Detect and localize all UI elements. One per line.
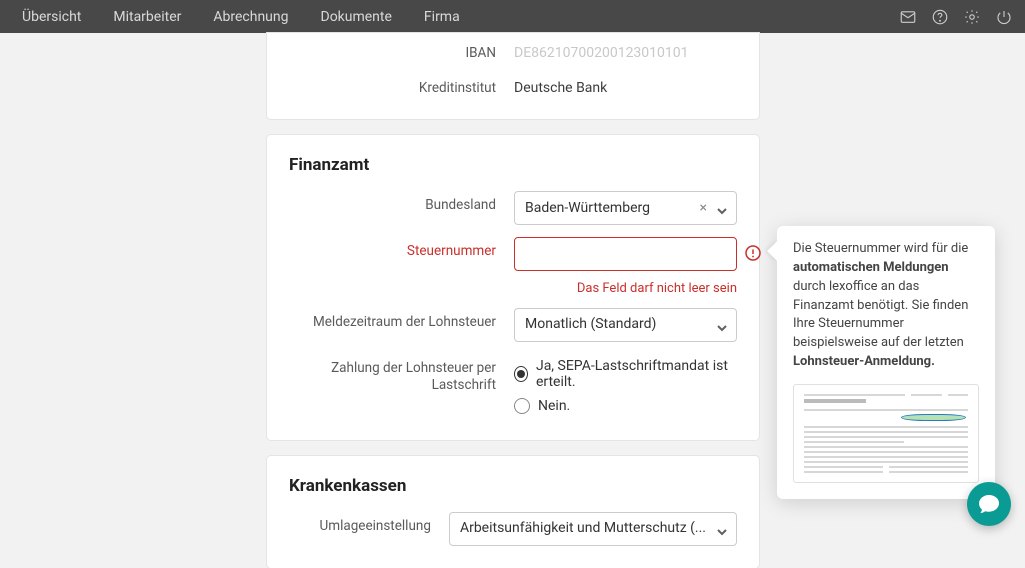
document-thumbnail [793,384,979,483]
top-nav: Übersicht Mitarbeiter Abrechnung Dokumen… [0,0,1025,33]
nav-icons [899,8,1013,26]
nav-links: Übersicht Mitarbeiter Abrechnung Dokumen… [22,9,460,25]
main-column: IBAN DE86210700200123010101 Kreditinstit… [267,33,759,568]
lastschrift-radio-no[interactable]: Nein. [514,394,737,418]
krankenkassen-title: Krankenkassen [267,456,759,506]
nav-documents[interactable]: Dokumente [321,9,392,25]
bank-institute-label: Kreditinstitut [267,74,514,97]
mail-icon[interactable] [899,8,917,26]
bank-institute-value: Deutsche Bank [514,74,737,96]
finanzamt-title: Finanzamt [267,135,759,185]
steuernummer-label: Steuernummer [267,237,514,260]
radio-no-label: Nein. [538,398,570,414]
radio-icon [514,366,528,382]
lastschrift-radio-yes[interactable]: Ja, SEPA-Lastschriftmandat ist erteilt. [514,354,737,394]
umlage-label: Umlageeinstellung [267,512,449,535]
iban-value: DE86210700200123010101 [514,39,737,61]
gear-icon[interactable] [963,8,981,26]
radio-yes-label: Ja, SEPA-Lastschriftmandat ist erteilt. [536,358,737,390]
nav-overview[interactable]: Übersicht [22,9,81,25]
nav-company[interactable]: Firma [424,9,460,25]
tooltip-text: Die Steuernummer wird für die automatisc… [793,241,968,369]
lastschrift-label: Zahlung der Lohnsteuer per Lastschrift [267,354,514,394]
steuernummer-error: Das Feld darf nicht leer sein [267,277,759,302]
nav-payroll[interactable]: Abrechnung [213,9,288,25]
bank-card: IBAN DE86210700200123010101 Kreditinstit… [267,33,759,119]
steuernummer-tooltip: Die Steuernummer wird für die automatisc… [777,226,995,499]
radio-icon [514,398,530,414]
help-icon[interactable] [931,8,949,26]
chat-button[interactable] [967,482,1011,526]
finanzamt-card: Finanzamt Bundesland × Steuernummer Das … [267,135,759,440]
iban-label: IBAN [267,39,514,62]
umlage-select[interactable]: Arbeitsunfähigkeit und Mutterschutz (... [449,512,737,546]
steuernummer-input[interactable] [514,237,737,271]
meldezeitraum-select[interactable]: Monatlich (Standard) [514,308,737,342]
meldezeitraum-label: Meldezeitraum der Lohnsteuer [267,308,514,331]
clear-icon[interactable]: × [700,200,707,216]
bundesland-label: Bundesland [267,191,514,214]
krankenkassen-card: Krankenkassen Umlageeinstellung Arbeitsu… [267,456,759,568]
nav-employees[interactable]: Mitarbeiter [113,9,181,25]
error-icon [745,245,761,265]
power-icon[interactable] [995,8,1013,26]
